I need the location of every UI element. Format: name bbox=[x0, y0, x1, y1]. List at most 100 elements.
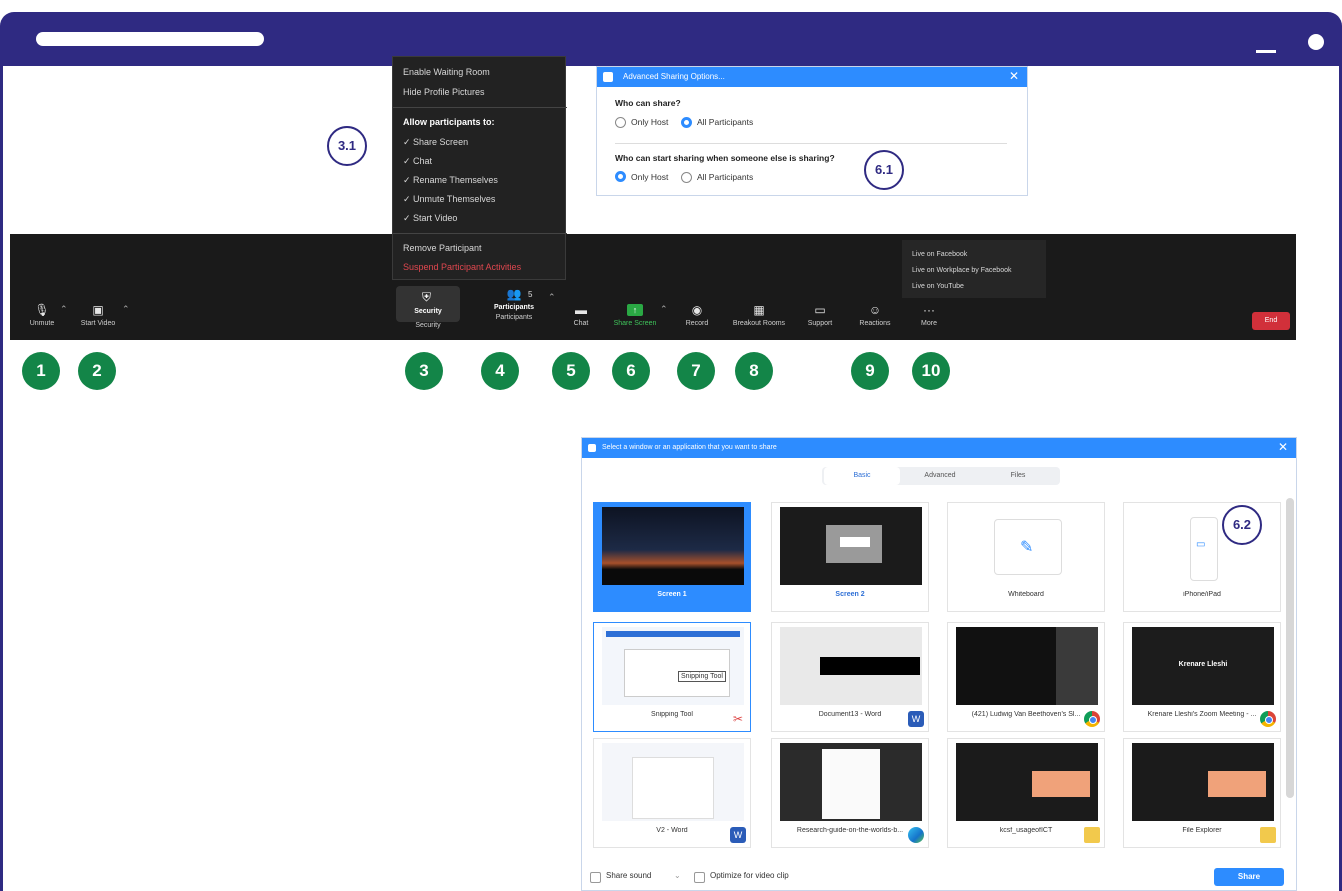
menu-item-suspend-activities[interactable]: Suspend Participant Activities bbox=[403, 262, 521, 272]
callout-1: 1 bbox=[22, 352, 60, 390]
tab-basic[interactable]: Basic bbox=[824, 467, 900, 485]
menu-item-waiting-room[interactable]: Enable Waiting Room bbox=[403, 67, 490, 77]
chevron-up-icon[interactable]: ⌃ bbox=[122, 304, 130, 315]
security-button-highlight[interactable]: ⛨ Security bbox=[396, 286, 460, 322]
more-button[interactable]: ··· More bbox=[914, 304, 944, 327]
share-tile-research-guide[interactable]: Research-guide-on-the-worlds-b... bbox=[771, 738, 929, 848]
radio-only-host-2[interactable] bbox=[615, 171, 626, 182]
optimize-video-checkbox[interactable] bbox=[694, 872, 705, 883]
allow-participants-heading: Allow participants to: bbox=[403, 117, 495, 127]
smiley-icon: ☺ bbox=[868, 303, 882, 317]
share-tile-file-explorer[interactable]: File Explorer bbox=[1123, 738, 1281, 848]
radio-all-participants[interactable] bbox=[681, 117, 692, 128]
option-all-participants-2[interactable]: All Participants bbox=[697, 172, 753, 182]
option-only-host[interactable]: Only Host bbox=[631, 117, 668, 127]
menu-item-remove-participant[interactable]: Remove Participant bbox=[403, 243, 482, 253]
record-label: Record bbox=[685, 320, 709, 327]
callout-3-1: 3.1 bbox=[327, 126, 367, 166]
callout-7: 7 bbox=[677, 352, 715, 390]
app-preview bbox=[602, 743, 744, 821]
chevron-up-icon[interactable]: ⌃ bbox=[660, 304, 668, 315]
menu-item-chat[interactable]: ✓ Chat bbox=[403, 156, 432, 167]
pen-icon: ✎ bbox=[1020, 539, 1034, 556]
app-preview: Snipping Tool bbox=[602, 627, 744, 705]
menu-item-live-youtube[interactable]: Live on YouTube bbox=[912, 283, 964, 290]
chevron-up-icon[interactable]: ⌃ bbox=[60, 304, 68, 315]
share-screen-button[interactable]: ↑ Share Screen bbox=[612, 304, 658, 327]
option-all-participants[interactable]: All Participants bbox=[697, 117, 753, 127]
chat-label: Chat bbox=[573, 320, 589, 327]
close-icon[interactable]: ✕ bbox=[1278, 440, 1288, 454]
minimize-icon[interactable] bbox=[1256, 50, 1276, 53]
share-tile-zoom-meeting[interactable]: Krenare Lleshi Krenare Lleshi's Zoom Mee… bbox=[1123, 622, 1281, 732]
dialog-title: Select a window or an application that y… bbox=[602, 444, 777, 451]
optimize-video-label[interactable]: Optimize for video clip bbox=[710, 871, 789, 880]
folder-icon bbox=[1084, 827, 1100, 843]
record-icon: ◉ bbox=[691, 303, 703, 317]
airplay-icon: ▭ bbox=[1196, 539, 1206, 550]
participants-label: Participants bbox=[495, 314, 533, 321]
participants-button[interactable]: 👥 Participants Participants bbox=[484, 288, 544, 321]
breakout-rooms-button[interactable]: ▦ Breakout Rooms bbox=[728, 304, 790, 327]
grid-icon: ▦ bbox=[753, 303, 765, 317]
app-preview: Krenare Lleshi bbox=[1132, 627, 1274, 705]
menu-item-start-video[interactable]: ✓ Start Video bbox=[403, 213, 457, 224]
callout-8: 8 bbox=[735, 352, 773, 390]
share-sound-label[interactable]: Share sound bbox=[606, 871, 651, 880]
chat-bubble-icon: ▬ bbox=[575, 303, 587, 317]
menu-item-live-facebook[interactable]: Live on Facebook bbox=[912, 251, 967, 258]
menu-item-live-workplace[interactable]: Live on Workplace by Facebook bbox=[912, 267, 1011, 274]
share-tile-document13[interactable]: Document13 - Word W bbox=[771, 622, 929, 732]
chat-button[interactable]: ▬ Chat bbox=[566, 304, 596, 327]
tile-label: Research-guide-on-the-worlds-b... bbox=[796, 827, 904, 834]
menu-item-hide-pictures[interactable]: Hide Profile Pictures bbox=[403, 87, 485, 97]
menu-divider bbox=[393, 107, 567, 108]
menu-item-rename[interactable]: ✓ Rename Themselves bbox=[403, 175, 498, 186]
advanced-sharing-dialog: Advanced Sharing Options... ✕ Who can sh… bbox=[596, 66, 1028, 196]
scissors-icon: ✂ bbox=[732, 712, 744, 726]
callout-6: 6 bbox=[612, 352, 650, 390]
app-preview bbox=[956, 627, 1098, 705]
chevron-up-icon[interactable]: ⌃ bbox=[548, 292, 556, 303]
circle-icon[interactable] bbox=[1308, 34, 1324, 50]
tab-advanced[interactable]: Advanced bbox=[902, 467, 978, 485]
tile-label: (421) Ludwig Van Beethoven's Sl... bbox=[971, 711, 1081, 718]
participants-icon: 👥 bbox=[506, 287, 522, 301]
reactions-button[interactable]: ☺ Reactions bbox=[854, 304, 896, 327]
share-tile-kcsf-usage[interactable]: kcsf_usageofICT bbox=[947, 738, 1105, 848]
menu-divider bbox=[393, 233, 567, 234]
option-only-host-2[interactable]: Only Host bbox=[631, 172, 668, 182]
share-tile-beethoven[interactable]: (421) Ludwig Van Beethoven's Sl... bbox=[947, 622, 1105, 732]
whiteboard-preview: ✎ bbox=[956, 507, 1098, 585]
share-screen-label: Share Screen bbox=[613, 320, 657, 327]
share-tile-whiteboard[interactable]: ✎ Whiteboard bbox=[947, 502, 1105, 612]
left-border bbox=[0, 66, 3, 891]
share-button[interactable]: Share bbox=[1214, 868, 1284, 886]
share-sound-checkbox[interactable] bbox=[590, 872, 601, 883]
start-video-button[interactable]: ▣ Start Video bbox=[76, 304, 120, 327]
menu-item-unmute[interactable]: ✓ Unmute Themselves bbox=[403, 194, 495, 205]
scrollbar[interactable] bbox=[1286, 498, 1294, 798]
tab-files[interactable]: Files bbox=[980, 467, 1056, 485]
radio-all-participants-2[interactable] bbox=[681, 172, 692, 183]
tile-label: Whiteboard bbox=[1008, 591, 1044, 598]
support-button[interactable]: ▭ Support bbox=[802, 304, 838, 327]
share-tile-snipping-tool[interactable]: Snipping Tool Snipping Tool ✂ bbox=[593, 622, 751, 732]
close-icon[interactable]: ✕ bbox=[1009, 69, 1019, 83]
radio-only-host[interactable] bbox=[615, 117, 626, 128]
callout-6-2: 6.2 bbox=[1222, 505, 1262, 545]
start-video-label: Start Video bbox=[80, 320, 116, 327]
question-who-can-start: Who can start sharing when someone else … bbox=[615, 153, 835, 163]
end-button[interactable]: End bbox=[1252, 312, 1290, 330]
record-button[interactable]: ◉ Record bbox=[682, 304, 712, 327]
dialog-header: Select a window or an application that y… bbox=[582, 438, 1296, 458]
menu-item-share-screen[interactable]: ✓ Share Screen bbox=[403, 137, 468, 148]
zoom-logo-icon bbox=[603, 72, 613, 82]
screen-preview bbox=[602, 507, 744, 585]
share-tile-screen-2[interactable]: Screen 2 bbox=[771, 502, 929, 612]
unmute-button[interactable]: 🎙 Unmute bbox=[22, 304, 62, 327]
chevron-down-icon[interactable]: ⌄ bbox=[674, 871, 681, 880]
share-tile-v2-word[interactable]: V2 - Word W bbox=[593, 738, 751, 848]
share-tile-screen-1[interactable]: Screen 1 bbox=[593, 502, 751, 612]
tile-label: Snipping Tool bbox=[651, 711, 693, 718]
